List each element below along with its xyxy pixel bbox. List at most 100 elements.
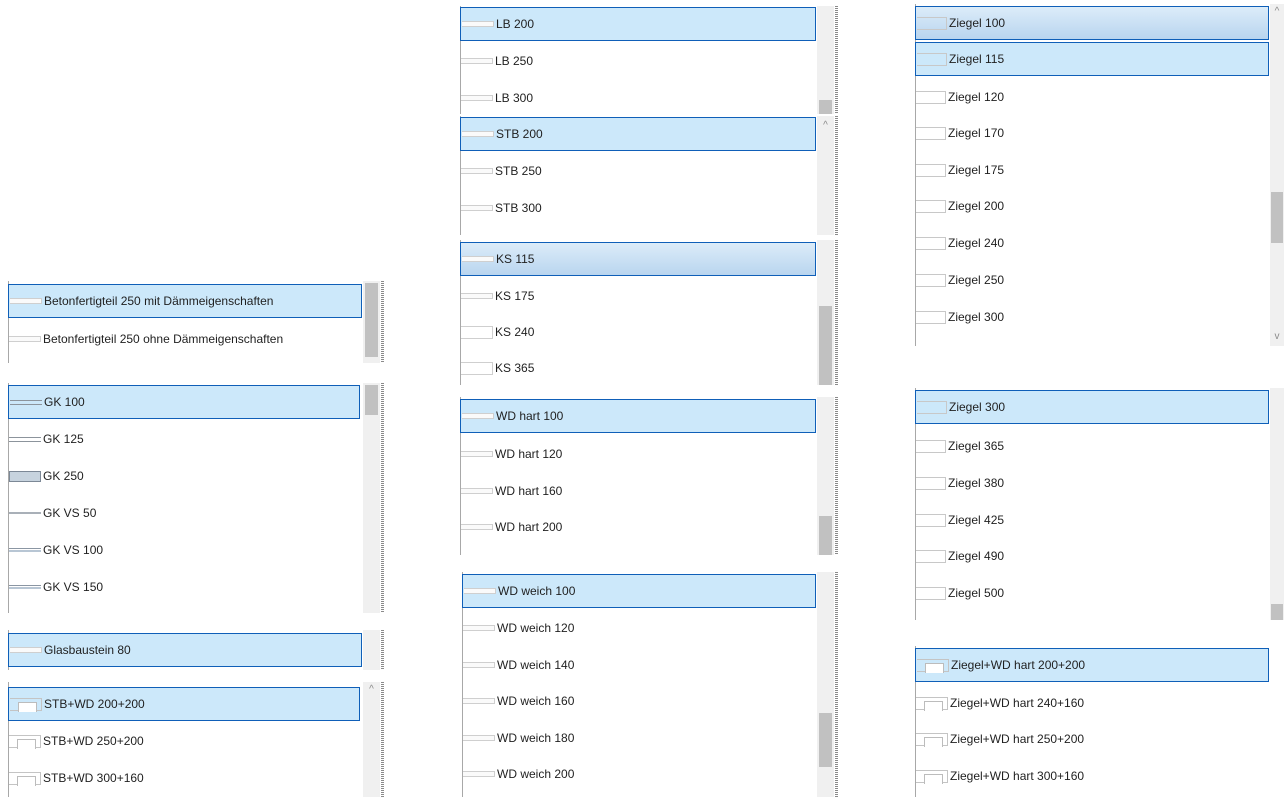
list-item-wd-weich-140[interactable]: WD weich 140 bbox=[462, 648, 816, 682]
wd-weich-list[interactable]: WD weich 100 WD weich 120 WD weich 140 W… bbox=[462, 572, 834, 797]
ziegel-list-2[interactable]: Ziegel 300 Ziegel 365 Ziegel 380 Ziegel … bbox=[915, 388, 1284, 620]
list-item-label: Ziegel 425 bbox=[948, 513, 1005, 527]
list-item-wd-weich-180[interactable]: WD weich 180 bbox=[462, 721, 816, 755]
scrollbar-thumb[interactable] bbox=[819, 306, 832, 385]
panel-edge bbox=[835, 397, 838, 555]
vertical-scrollbar[interactable]: ^ v bbox=[1270, 4, 1284, 346]
list-item-label: KS 365 bbox=[495, 361, 535, 375]
list-item-wd-weich-200[interactable]: WD weich 200 bbox=[462, 757, 816, 791]
list-item-betonfertigteil-250-mit[interactable]: Betonfertigteil 250 mit Dämmeigenschafte… bbox=[8, 284, 362, 318]
betonfertigteil-list[interactable]: Betonfertigteil 250 mit Dämmeigenschafte… bbox=[8, 281, 380, 363]
list-item-stb-wd-200-200[interactable]: STB+WD 200+200 bbox=[8, 687, 360, 721]
list-item-betonfertigteil-250-ohne[interactable]: Betonfertigteil 250 ohne Dämmeigenschaft… bbox=[8, 322, 362, 356]
list-item-ziegel-300[interactable]: Ziegel 300 bbox=[915, 390, 1269, 424]
vertical-scrollbar[interactable] bbox=[817, 397, 834, 555]
vertical-scrollbar[interactable] bbox=[363, 281, 380, 363]
scroll-up-arrow-icon[interactable]: ^ bbox=[363, 682, 380, 698]
list-item-stb-250[interactable]: STB 250 bbox=[460, 154, 816, 188]
glasbaustein-list[interactable]: Glasbaustein 80 bbox=[8, 630, 380, 670]
list-item-gk-250[interactable]: GK 250 bbox=[8, 459, 360, 493]
list-item-ks-175[interactable]: KS 175 bbox=[460, 279, 816, 313]
scrollbar-thumb[interactable] bbox=[365, 283, 378, 357]
list-item-label: Glasbaustein 80 bbox=[44, 643, 131, 657]
list-item-ziegel-wd-hart-240-160[interactable]: Ziegel+WD hart 240+160 bbox=[915, 686, 1269, 720]
tile-wall-icon bbox=[917, 400, 947, 414]
list-item-ziegel-380[interactable]: Ziegel 380 bbox=[915, 466, 1269, 500]
list-item-gk-vs-100[interactable]: GK VS 100 bbox=[8, 533, 360, 567]
list-item-gk-vs-150[interactable]: GK VS 150 bbox=[8, 570, 360, 604]
scrollbar-thumb[interactable] bbox=[819, 100, 832, 114]
box-wall-icon bbox=[9, 470, 41, 482]
list-item-wd-weich-120[interactable]: WD weich 120 bbox=[462, 611, 816, 645]
list-item-label: WD weich 100 bbox=[498, 584, 576, 598]
gk-list[interactable]: GK 100 GK 125 GK 250 GK VS 50 GK VS 100 … bbox=[8, 383, 380, 613]
scroll-down-arrow-icon[interactable]: v bbox=[1270, 329, 1284, 345]
list-item-lb-300[interactable]: LB 300 bbox=[460, 81, 816, 114]
scrollbar-thumb[interactable] bbox=[1271, 604, 1283, 620]
list-item-ziegel-365[interactable]: Ziegel 365 bbox=[915, 429, 1269, 463]
lb-list[interactable]: LB 200 LB 250 LB 300 bbox=[460, 6, 834, 114]
scroll-up-arrow-icon[interactable]: ^ bbox=[817, 118, 834, 134]
ziegel-wd-list[interactable]: Ziegel+WD hart 200+200 Ziegel+WD hart 24… bbox=[915, 646, 1284, 797]
list-item-ks-365[interactable]: KS 365 bbox=[460, 351, 816, 385]
scrollbar-thumb[interactable] bbox=[819, 713, 832, 767]
ks-list[interactable]: KS 115 KS 175 KS 240 KS 365 bbox=[460, 240, 834, 385]
list-item-ziegel-490[interactable]: Ziegel 490 bbox=[915, 539, 1269, 573]
list-item-wd-weich-100[interactable]: WD weich 100 bbox=[462, 574, 816, 608]
wd-hart-list[interactable]: WD hart 100 WD hart 120 WD hart 160 WD h… bbox=[460, 397, 834, 555]
vertical-scrollbar[interactable] bbox=[817, 240, 834, 385]
vertical-scrollbar[interactable] bbox=[363, 383, 380, 613]
list-item-gk-vs-50[interactable]: GK VS 50 bbox=[8, 496, 360, 530]
list-item-label: STB+WD 200+200 bbox=[44, 697, 145, 711]
list-item-stb-200[interactable]: STB 200 bbox=[460, 117, 816, 151]
list-item-ziegel-425[interactable]: Ziegel 425 bbox=[915, 503, 1269, 537]
list-item-gk-100[interactable]: GK 100 bbox=[8, 385, 360, 419]
list-item-ziegel-100[interactable]: Ziegel 100 bbox=[915, 6, 1269, 40]
list-item-lb-200[interactable]: LB 200 bbox=[460, 7, 816, 41]
scroll-up-arrow-icon[interactable]: ^ bbox=[1270, 4, 1284, 20]
vertical-scrollbar[interactable] bbox=[363, 630, 380, 670]
vertical-scrollbar[interactable]: ^ bbox=[363, 682, 380, 797]
vertical-scrollbar[interactable] bbox=[817, 6, 834, 114]
list-item-stb-wd-250-200[interactable]: STB+WD 250+200 bbox=[8, 724, 360, 758]
list-item-ziegel-300-first[interactable]: Ziegel 300 bbox=[915, 300, 1269, 334]
vertical-scrollbar[interactable]: ^ bbox=[817, 116, 834, 235]
scrollbar-thumb[interactable] bbox=[1271, 192, 1283, 243]
list-item-wd-weich-160[interactable]: WD weich 160 bbox=[462, 684, 816, 718]
flat-wall-icon bbox=[463, 625, 495, 631]
list-item-ziegel-115[interactable]: Ziegel 115 bbox=[915, 42, 1269, 76]
list-item-ziegel-170[interactable]: Ziegel 170 bbox=[915, 116, 1269, 150]
list-item-label: GK 250 bbox=[43, 469, 84, 483]
vertical-scrollbar[interactable] bbox=[1270, 388, 1284, 620]
list-item-gk-125[interactable]: GK 125 bbox=[8, 422, 360, 456]
list-item-ziegel-200[interactable]: Ziegel 200 bbox=[915, 189, 1269, 223]
list-item-stb-300[interactable]: STB 300 bbox=[460, 191, 816, 225]
list-item-label: LB 200 bbox=[496, 17, 535, 31]
composite-wall-icon bbox=[916, 769, 948, 784]
list-item-wd-hart-200[interactable]: WD hart 200 bbox=[460, 510, 816, 544]
list-item-wd-hart-120[interactable]: WD hart 120 bbox=[460, 437, 816, 471]
panel-edge bbox=[835, 240, 838, 385]
scrollbar-thumb[interactable] bbox=[819, 516, 832, 555]
list-item-ziegel-wd-hart-250-200[interactable]: Ziegel+WD hart 250+200 bbox=[915, 722, 1269, 756]
stb-list[interactable]: STB 200 STB 250 STB 300 ^ bbox=[460, 116, 834, 235]
list-item-glasbaustein-80[interactable]: Glasbaustein 80 bbox=[8, 633, 362, 667]
list-item-ziegel-250[interactable]: Ziegel 250 bbox=[915, 263, 1269, 297]
list-item-wd-hart-160[interactable]: WD hart 160 bbox=[460, 474, 816, 508]
scrollbar-thumb[interactable] bbox=[365, 385, 378, 415]
list-item-ziegel-500[interactable]: Ziegel 500 bbox=[915, 576, 1269, 610]
list-item-ziegel-240[interactable]: Ziegel 240 bbox=[915, 226, 1269, 260]
ziegel-list-1[interactable]: Ziegel 100 Ziegel 115 Ziegel 120 Ziegel … bbox=[915, 4, 1284, 346]
list-item-ziegel-wd-hart-300-160[interactable]: Ziegel+WD hart 300+160 bbox=[915, 759, 1269, 793]
stb-wd-list[interactable]: STB+WD 200+200 STB+WD 250+200 STB+WD 300… bbox=[8, 682, 380, 797]
list-item-wd-hart-100[interactable]: WD hart 100 bbox=[460, 399, 816, 433]
panel-edge bbox=[381, 383, 384, 613]
list-item-ziegel-175[interactable]: Ziegel 175 bbox=[915, 153, 1269, 187]
list-item-ziegel-wd-hart-200-200[interactable]: Ziegel+WD hart 200+200 bbox=[915, 648, 1269, 682]
list-item-ks-115[interactable]: KS 115 bbox=[460, 242, 816, 276]
vertical-scrollbar[interactable] bbox=[817, 572, 834, 797]
list-item-lb-250[interactable]: LB 250 bbox=[460, 44, 816, 78]
list-item-stb-wd-300-160[interactable]: STB+WD 300+160 bbox=[8, 761, 360, 795]
list-item-ziegel-120[interactable]: Ziegel 120 bbox=[915, 80, 1269, 114]
list-item-ks-240[interactable]: KS 240 bbox=[460, 315, 816, 349]
